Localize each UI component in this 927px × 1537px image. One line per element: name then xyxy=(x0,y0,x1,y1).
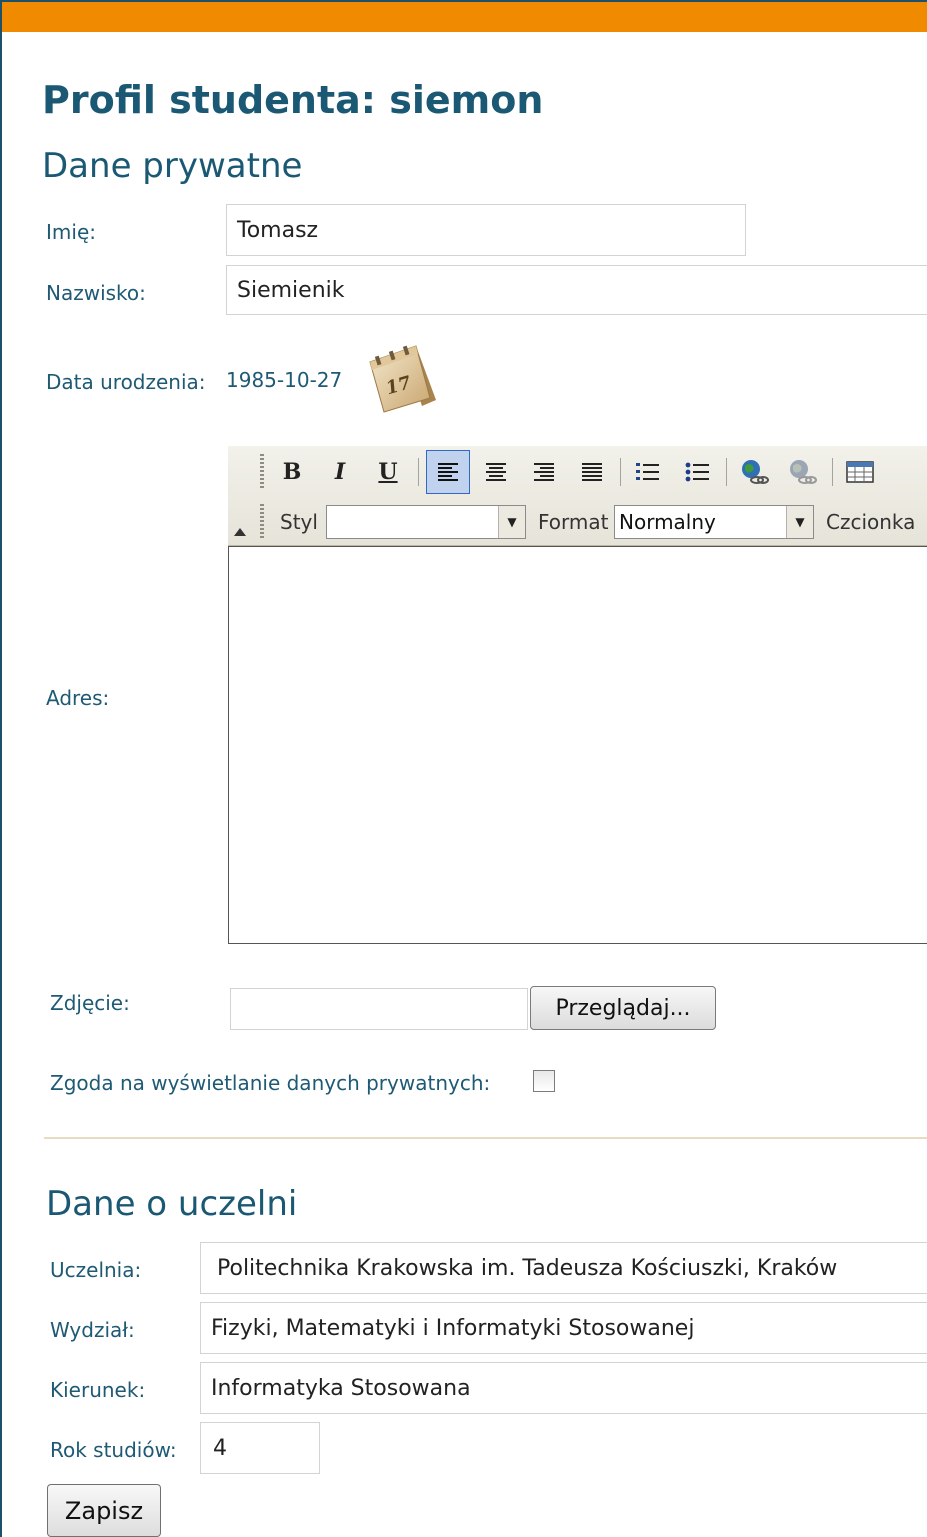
university-value: Politechnika Krakowska im. Tadeusza Kośc… xyxy=(217,1255,838,1281)
photo-file-input[interactable] xyxy=(230,988,528,1030)
bold-label: B xyxy=(282,459,302,485)
consent-label: Zgoda na wyświetlanie danych prywatnych: xyxy=(50,1071,491,1095)
field-of-study-input[interactable]: Informatyka Stosowana xyxy=(200,1362,927,1414)
save-button[interactable]: Zapisz xyxy=(47,1484,161,1537)
align-right-button[interactable] xyxy=(526,452,562,492)
field-of-study-label: Kierunek: xyxy=(50,1378,146,1402)
bullet-list-button[interactable] xyxy=(680,452,716,492)
private-section-heading: Dane prywatne xyxy=(42,146,303,186)
photo-label: Zdjęcie: xyxy=(50,991,130,1015)
link-icon xyxy=(742,460,769,484)
format-label: Format xyxy=(538,510,609,534)
underline-label: U xyxy=(378,459,398,485)
address-editor[interactable] xyxy=(228,546,927,944)
italic-label: I xyxy=(334,459,346,485)
last-name-input[interactable]: Siemienik xyxy=(226,265,927,315)
university-section-heading: Dane o uczelni xyxy=(46,1184,298,1224)
year-label: Rok studiów: xyxy=(50,1438,177,1462)
faculty-label: Wydział: xyxy=(50,1318,135,1342)
first-name-value: Tomasz xyxy=(237,217,319,243)
birth-date-value: 1985-10-27 xyxy=(226,368,343,392)
align-center-button[interactable] xyxy=(478,452,514,492)
toolbar-separator xyxy=(418,458,419,486)
toolbar-separator xyxy=(832,458,833,486)
field-of-study-value: Informatyka Stosowana xyxy=(211,1375,471,1401)
university-label: Uczelnia: xyxy=(50,1258,142,1282)
chevron-down-icon[interactable]: ▼ xyxy=(786,506,813,538)
italic-button[interactable]: I xyxy=(322,452,358,492)
section-divider xyxy=(44,1137,927,1139)
calendar-icon[interactable]: 17 xyxy=(356,340,442,416)
unlink-icon xyxy=(790,460,817,484)
link-button[interactable] xyxy=(736,452,772,492)
align-justify-icon xyxy=(582,463,602,481)
last-name-label: Nazwisko: xyxy=(46,281,146,305)
last-name-value: Siemienik xyxy=(237,277,345,303)
format-value: Normalny xyxy=(619,510,716,534)
year-value: 4 xyxy=(213,1435,227,1461)
address-label: Adres: xyxy=(46,686,110,710)
faculty-input[interactable]: Fizyki, Matematyki i Informatyki Stosowa… xyxy=(200,1302,927,1354)
numbered-list-button[interactable] xyxy=(630,452,666,492)
bold-button[interactable]: B xyxy=(274,452,310,492)
toolbar-grip[interactable] xyxy=(260,454,264,488)
toolbar-collapse-icon[interactable] xyxy=(234,528,246,536)
underline-button[interactable]: U xyxy=(370,452,406,492)
birth-date-label: Data urodzenia: xyxy=(46,370,206,394)
faculty-value: Fizyki, Matematyki i Informatyki Stosowa… xyxy=(211,1315,695,1341)
chevron-down-icon[interactable]: ▼ xyxy=(498,506,525,538)
university-input[interactable]: Politechnika Krakowska im. Tadeusza Kośc… xyxy=(200,1242,927,1294)
unlink-button[interactable] xyxy=(784,452,820,492)
font-label: Czcionka xyxy=(826,510,916,534)
align-left-icon xyxy=(438,463,458,481)
align-right-icon xyxy=(534,463,554,481)
style-select[interactable]: ▼ xyxy=(326,505,526,539)
bullet-list-icon xyxy=(685,462,709,482)
numbered-list-icon xyxy=(636,463,659,480)
toolbar-grip[interactable] xyxy=(260,504,264,538)
table-icon xyxy=(846,461,874,483)
page-title: Profil studenta: siemon xyxy=(42,78,544,122)
year-input[interactable]: 4 xyxy=(200,1422,320,1474)
toolbar-separator xyxy=(620,458,621,486)
align-left-button[interactable] xyxy=(426,450,470,494)
header-bar xyxy=(2,2,927,32)
table-button[interactable] xyxy=(842,452,878,492)
editor-toolbar: B I U Styl ▼ Format Normalny ▼ Czcionka xyxy=(228,446,927,546)
first-name-input[interactable]: Tomasz xyxy=(226,204,746,256)
first-name-label: Imię: xyxy=(46,220,96,244)
browse-button[interactable]: Przeglądaj... xyxy=(530,986,716,1030)
toolbar-separator xyxy=(726,458,727,486)
format-select[interactable]: Normalny ▼ xyxy=(614,505,814,539)
consent-checkbox[interactable] xyxy=(533,1070,555,1092)
style-label: Styl xyxy=(280,510,318,534)
align-center-icon xyxy=(486,463,506,481)
align-justify-button[interactable] xyxy=(574,452,610,492)
